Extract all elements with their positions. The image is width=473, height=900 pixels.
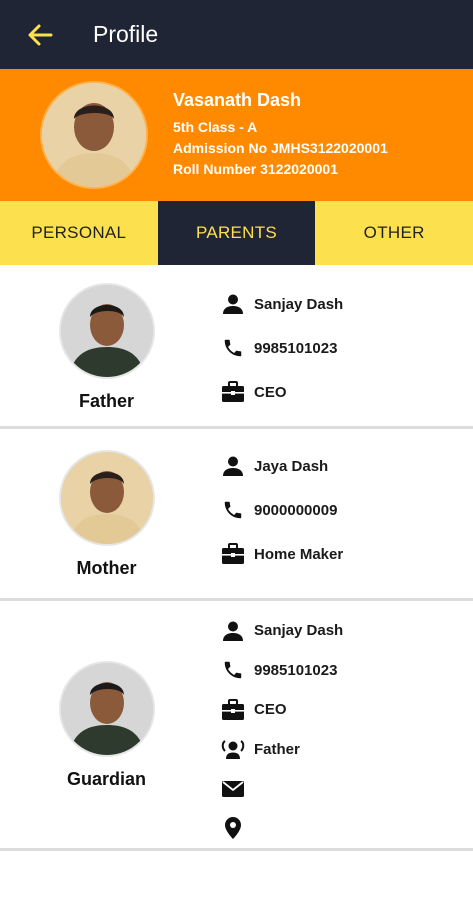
phone-icon (221, 498, 245, 522)
roll-number: Roll Number 3122020001 (173, 161, 338, 177)
student-avatar (40, 81, 148, 189)
guardian-phone-row[interactable]: 9985101023 (221, 651, 343, 691)
father-name: Sanjay Dash (254, 295, 344, 313)
person-icon (221, 619, 245, 643)
guardian-occupation: CEO (254, 701, 287, 719)
mother-occupation: Home Maker (254, 545, 344, 563)
father-card: Father Sanjay Dash 9985101023 CEO (0, 269, 473, 429)
student-info: Vasanath Dash 5th Class - A Admission No… (173, 90, 388, 180)
guardian-phone: 9985101023 (254, 661, 338, 679)
mother-details: Jaya Dash 9000000009 Home Maker (221, 444, 343, 576)
tab-personal[interactable]: PERSONAL (0, 201, 158, 265)
father-phone-row[interactable]: 9985101023 (221, 326, 343, 370)
guardian-label: Guardian (66, 769, 146, 789)
guardian-occupation-row: CEO (221, 690, 343, 730)
guardian-relation: Father (254, 740, 300, 758)
guardian-card: Guardian Sanjay Dash 9985101023 CEO Fath… (0, 603, 473, 851)
tab-parents[interactable]: PARENTS (157, 201, 316, 265)
admission-number: Admission No JMHS3122020001 (173, 140, 388, 156)
person-icon (221, 292, 245, 316)
mother-phone: 9000000009 (254, 501, 338, 519)
guardian-relation-row: Father (221, 730, 343, 770)
student-name: Vasanath Dash (173, 90, 302, 110)
profile-tabs: PERSONAL PARENTS OTHER (0, 201, 473, 265)
relation-icon (221, 737, 245, 761)
father-details: Sanjay Dash 9985101023 CEO (221, 282, 343, 414)
guardian-email-row[interactable] (221, 769, 343, 809)
back-button[interactable] (15, 10, 65, 60)
guardian-name-row: Sanjay Dash (221, 611, 343, 651)
tab-other[interactable]: OTHER (315, 201, 473, 265)
briefcase-icon (221, 698, 245, 722)
phone-icon (221, 336, 245, 360)
guardian-avatar (58, 661, 155, 757)
location-pin-icon (221, 816, 245, 840)
guardian-details: Sanjay Dash 9985101023 CEO Father (221, 611, 343, 848)
mother-name-row: Jaya Dash (221, 444, 343, 488)
mail-icon (221, 777, 245, 801)
father-phone: 9985101023 (254, 339, 338, 357)
father-label: Father (78, 391, 134, 411)
father-occupation: CEO (254, 383, 287, 401)
father-name-row: Sanjay Dash (221, 282, 343, 326)
mother-label: Mother (76, 558, 137, 578)
mother-name: Jaya Dash (254, 457, 329, 475)
top-app-bar: Profile (0, 0, 473, 69)
guardian-address-row[interactable] (221, 809, 343, 849)
back-arrow-icon (28, 24, 53, 45)
mother-avatar (58, 450, 155, 546)
student-class: 5th Class - A (173, 119, 258, 135)
page-title: Profile (93, 21, 159, 47)
mother-card: Mother Jaya Dash 9000000009 Home Maker (0, 431, 473, 601)
phone-icon (221, 658, 245, 682)
father-occupation-row: CEO (221, 370, 343, 414)
father-avatar (58, 283, 155, 379)
person-icon (221, 454, 245, 478)
student-summary: Vasanath Dash 5th Class - A Admission No… (0, 69, 473, 201)
briefcase-icon (221, 542, 245, 566)
guardian-name: Sanjay Dash (254, 622, 344, 640)
mother-occupation-row: Home Maker (221, 532, 343, 576)
mother-phone-row[interactable]: 9000000009 (221, 488, 343, 532)
briefcase-icon (221, 380, 245, 404)
